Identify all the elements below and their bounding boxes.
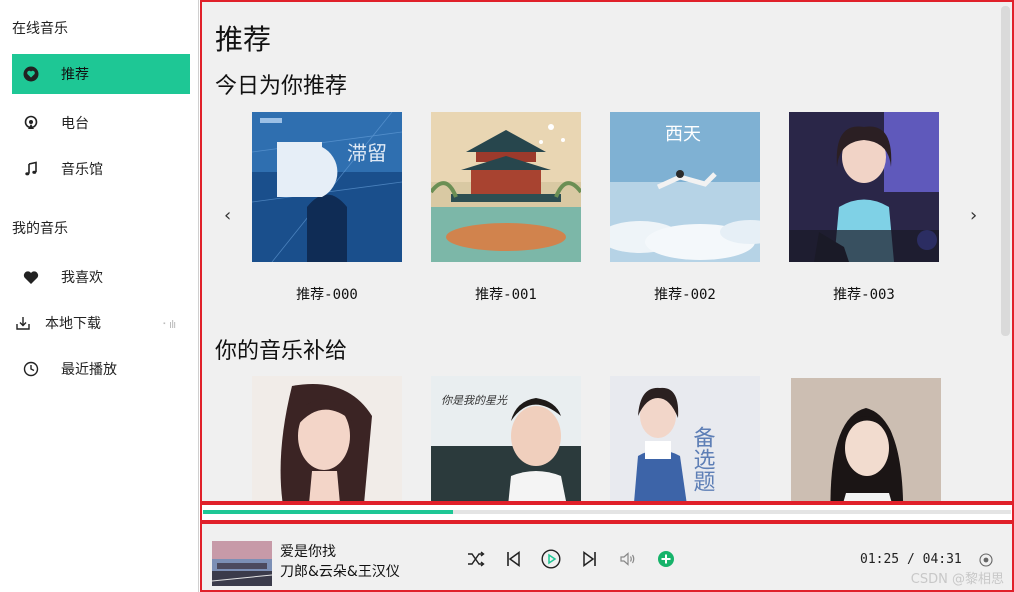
volume-icon[interactable] [618, 549, 638, 569]
song-title: 爱是你找 [280, 544, 336, 560]
card-label: 推荐-000 [296, 287, 358, 303]
album-cover [252, 376, 402, 501]
carousel-prev-button[interactable]: ‹ [224, 205, 231, 226]
sidebar: 在线音乐 推荐 电台 音乐馆 我的音乐 我喜欢 本地下载 ⠂ılı 最近播放 [0, 0, 199, 592]
section-title-supply: 你的音乐补给 [215, 339, 348, 364]
next-track-icon[interactable] [580, 549, 600, 569]
now-playing-cover[interactable] [212, 541, 272, 586]
recommend-card[interactable]: 推荐-001 [431, 112, 581, 304]
download-icon [12, 315, 34, 331]
cover-text: 你是我的星光 [441, 394, 508, 407]
play-button[interactable] [541, 549, 561, 569]
card-label: 推荐-003 [833, 287, 895, 303]
album-cover: 你是我的星光 [431, 376, 581, 501]
sidebar-item-label: 本地下载 [45, 316, 101, 332]
supply-card[interactable] [791, 378, 941, 501]
sidebar-item-recommend[interactable]: 推荐 [12, 54, 190, 94]
album-cover [789, 112, 939, 262]
online-music-title: 在线音乐 [12, 21, 68, 37]
sidebar-item-label: 推荐 [61, 67, 89, 83]
playlist-icon[interactable] [976, 550, 996, 570]
recommend-card[interactable]: 推荐-003 [789, 112, 939, 304]
album-cover [431, 112, 581, 262]
album-cover: 西天 [610, 112, 760, 262]
cover-text: 西天 [665, 124, 701, 145]
progress-region [200, 503, 1014, 522]
sidebar-item-label: 我喜欢 [61, 270, 103, 286]
supply-card[interactable]: 备选题 [610, 376, 760, 501]
sidebar-item-label: 电台 [61, 116, 89, 132]
album-cover: 备选题 [610, 376, 760, 501]
song-artist: 刀郎&云朵&王汉仪 [280, 564, 400, 580]
my-music-title: 我的音乐 [12, 221, 68, 237]
recommend-card[interactable]: 西天 推荐-002 [610, 112, 760, 304]
section-title-today: 今日为你推荐 [215, 74, 348, 99]
clock-icon [12, 361, 50, 377]
recommend-card[interactable]: 滞留 推荐-000 [252, 112, 402, 304]
sidebar-item-favorites[interactable]: 我喜欢 [12, 257, 190, 297]
sidebar-item-label: 最近播放 [61, 362, 117, 378]
music-note-icon [12, 161, 50, 177]
supply-card[interactable]: 你是我的星光 [431, 376, 581, 501]
sidebar-item-radio[interactable]: 电台 [12, 103, 190, 143]
player-bar: 爱是你找 刀郎&云朵&王汉仪 01:25 / 04:31 CSDN @黎相思 [200, 522, 1014, 592]
supply-card[interactable] [252, 376, 402, 501]
previous-track-icon[interactable] [503, 549, 523, 569]
sidebar-item-recent[interactable]: 最近播放 [12, 349, 190, 389]
sidebar-item-label: 音乐馆 [61, 162, 103, 178]
page-title: 推荐 [215, 23, 272, 56]
equalizer-icon: ⠂ılı [162, 318, 176, 331]
album-cover: 滞留 [252, 112, 402, 262]
time-display: 01:25 / 04:31 [860, 552, 962, 567]
card-label: 推荐-001 [475, 287, 537, 303]
card-label: 推荐-002 [654, 287, 716, 303]
scrollbar[interactable] [1001, 6, 1010, 336]
carousel-next-button[interactable]: › [970, 205, 977, 226]
album-cover [791, 378, 941, 501]
progress-bar[interactable] [203, 510, 1011, 514]
radio-icon [12, 115, 50, 131]
heart-icon [12, 270, 50, 285]
progress-fill [203, 510, 454, 514]
add-to-playlist-icon[interactable] [656, 549, 676, 569]
watermark: CSDN @黎相思 [910, 572, 1004, 587]
cover-text: 滞留 [347, 141, 387, 165]
shuffle-icon[interactable] [466, 549, 486, 569]
heart-circle-icon [12, 66, 50, 82]
recommend-panel: 推荐 今日为你推荐 ‹ › 滞留 推荐-000 推荐-001 西天 推荐-002… [200, 0, 1014, 503]
cover-text: 备选题 [690, 426, 716, 492]
sidebar-item-music-hall[interactable]: 音乐馆 [12, 149, 190, 189]
